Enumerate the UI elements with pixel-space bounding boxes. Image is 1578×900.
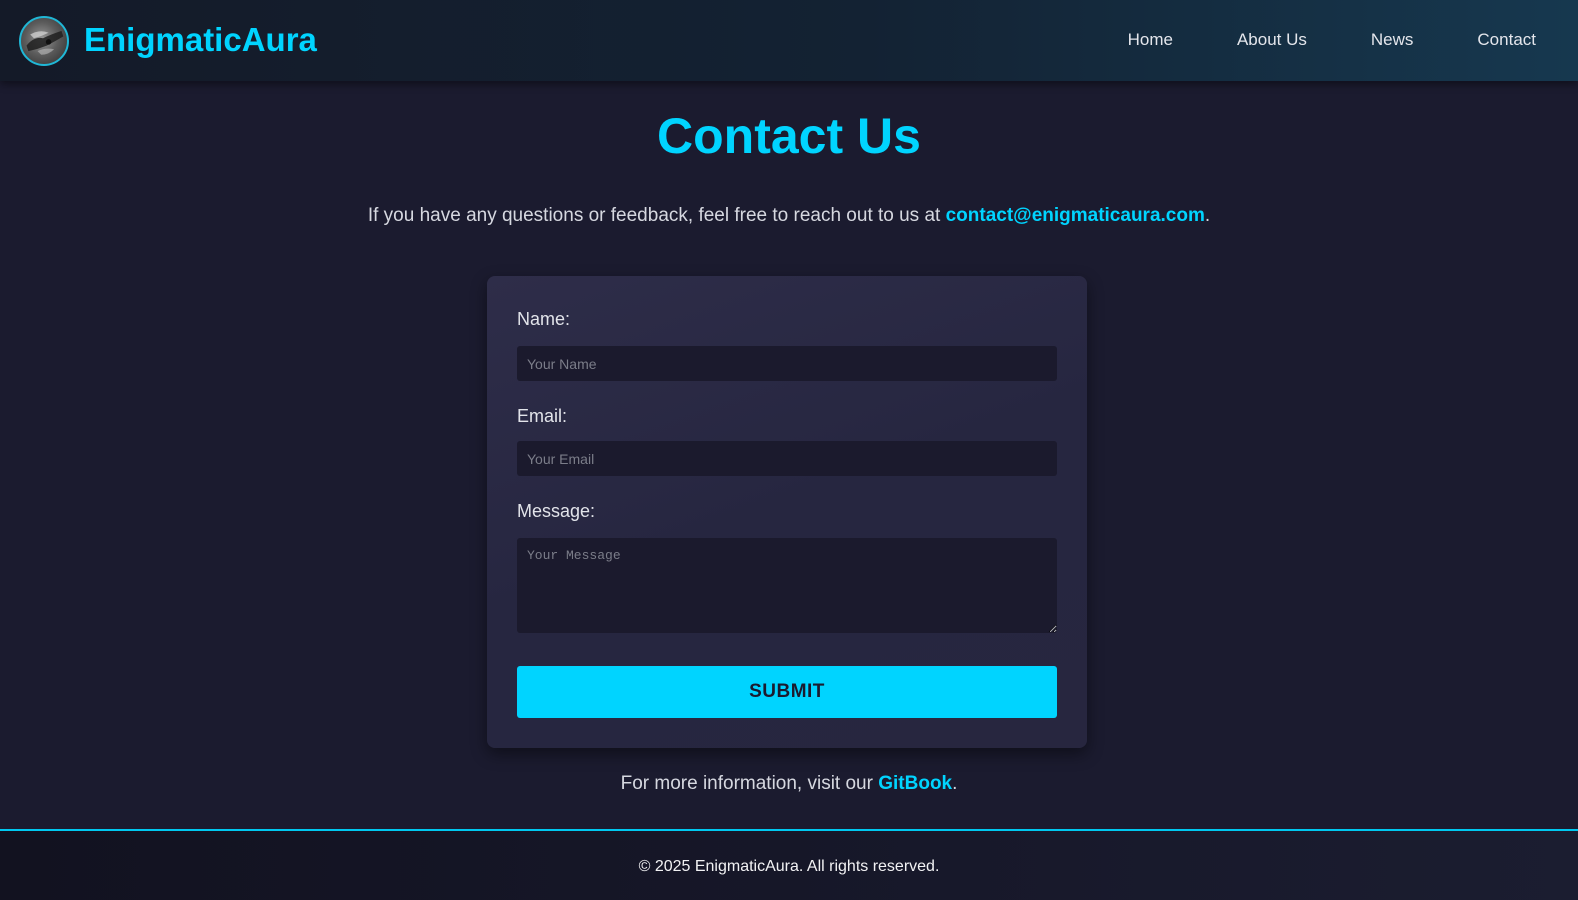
nav-news-link[interactable]: News [1371,29,1414,51]
name-input[interactable] [517,346,1057,381]
intro-text: If you have any questions or feedback, f… [367,205,946,226]
gitbook-link[interactable]: GitBook [878,773,952,794]
email-input[interactable] [517,441,1057,476]
more-info-text: For more information, visit our [620,773,879,794]
email-label: Email: [517,406,568,426]
message-label: Message: [517,501,596,521]
contact-form: Name: Email: Message: SUBMIT [487,276,1087,748]
name-label: Name: [517,309,571,329]
page-title: Contact Us [657,108,921,164]
message-textarea[interactable] [517,538,1057,633]
nav-about-us-link[interactable]: About Us [1237,29,1307,51]
more-info-paragraph: For more information, visit our GitBook. [0,772,1578,796]
logo-icon[interactable] [19,16,69,66]
site-footer: © 2025 EnigmaticAura. All rights reserve… [0,829,1578,900]
intro-paragraph: If you have any questions or feedback, f… [0,204,1578,228]
brand-name[interactable]: EnigmaticAura [84,20,317,60]
intro-end: . [1204,205,1211,226]
copyright-text: © 2025 EnigmaticAura. All rights reserve… [638,858,940,875]
nav-home-link[interactable]: Home [1128,29,1173,51]
main-nav: Home About Us News Contact [1064,29,1536,51]
top-navigation-bar: EnigmaticAura Home About Us News Contact [0,0,1578,81]
nav-contact-link[interactable]: Contact [1477,29,1536,51]
contact-email-link[interactable]: contact@enigmaticaura.com [946,205,1205,226]
submit-button[interactable]: SUBMIT [517,666,1057,718]
more-info-end: . [952,773,958,794]
